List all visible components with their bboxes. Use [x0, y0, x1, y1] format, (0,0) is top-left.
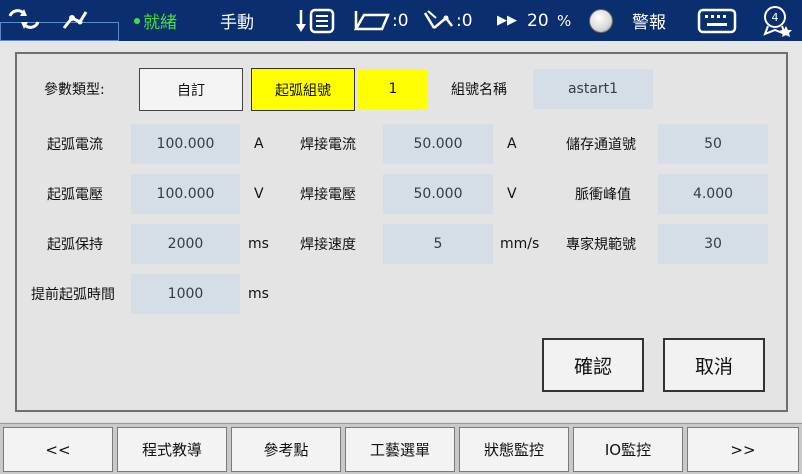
arc-current-unit: A — [254, 136, 264, 152]
group-name-label: 組號名稱 — [451, 82, 507, 98]
weld-voltage-field[interactable]: 50.000 — [383, 174, 493, 214]
expert-spec-field[interactable]: 30 — [658, 224, 768, 264]
ready-status: 就緒 — [134, 0, 177, 41]
alarm-lamp — [589, 8, 613, 33]
weld-voltage-label: 焊接電壓 — [300, 187, 356, 203]
nav-program-teach-button[interactable]: 程式教導 — [117, 427, 227, 472]
arc-hold-unit: ms — [248, 236, 269, 252]
group-name-field[interactable]: astart1 — [533, 69, 653, 109]
speed-unit: % — [557, 11, 572, 30]
arc-current-field[interactable]: 100.000 — [131, 124, 240, 164]
content-area: 參數類型: 自訂 起弧組號 1 組號名稱 astart1 起弧電流 100.00… — [0, 41, 802, 422]
bottom-nav: << 程式教導 參考點 工藝選單 狀態監控 IO監控 >> — [0, 423, 802, 474]
arc-voltage-field[interactable]: 100.000 — [131, 174, 240, 214]
pre-arc-time-field[interactable]: 1000 — [131, 274, 240, 314]
mode-status[interactable]: 手動 — [220, 0, 254, 41]
nav-status-monitor-button[interactable]: 狀態監控 — [459, 427, 569, 472]
arc-hold-label: 起弧保持 — [47, 237, 103, 253]
weld-voltage-unit: V — [507, 186, 517, 202]
expert-spec-label: 專家規範號 — [566, 237, 636, 253]
alarm-indicator-icon — [589, 0, 613, 41]
weld-speed-field[interactable]: 5 — [383, 224, 493, 264]
pre-arc-time-unit: ms — [248, 286, 269, 302]
alarm-label[interactable]: 警報 — [632, 0, 666, 41]
ready-dot-icon — [134, 17, 140, 24]
arc-current-label: 起弧電流 — [47, 137, 103, 153]
tool-frame-icon[interactable] — [354, 0, 390, 41]
pulse-peak-label: 脈衝峰值 — [575, 187, 631, 203]
cancel-button[interactable]: 取消 — [663, 338, 765, 392]
page-badge-number: 4 — [772, 11, 779, 24]
nav-process-menu-button[interactable]: 工藝選單 — [345, 427, 455, 472]
page-badge-icon[interactable]: 4 — [762, 0, 792, 41]
ready-status-text: 就緒 — [143, 13, 177, 33]
param-type-label: 參數類型: — [44, 82, 105, 98]
speed-fast-forward-icon: ▶▶ — [497, 13, 517, 28]
weld-current-label: 焊接電流 — [300, 137, 356, 153]
storage-channel-label: 儲存通道號 — [566, 137, 636, 153]
nav-ref-point-button[interactable]: 參考點 — [231, 427, 341, 472]
nav-next-button[interactable]: >> — [687, 427, 799, 472]
weld-speed-label: 焊接速度 — [300, 237, 356, 253]
robot-arm-icon[interactable] — [60, 0, 90, 41]
weld-current-unit: A — [507, 136, 517, 152]
status-bar: 就緒 手動 :0:0 ▶▶ 20 % 警報 4 — [0, 0, 802, 41]
app-root: 就緒 手動 :0:0 ▶▶ 20 % 警報 4 參數類型: 自訂 起弧組號 1… — [0, 0, 802, 474]
confirm-button[interactable]: 確認 — [542, 338, 644, 392]
group-number-field[interactable]: 1 — [358, 69, 428, 109]
arc-voltage-unit: V — [254, 186, 264, 202]
user-frame-count: :0 — [456, 10, 473, 31]
program-list-icon[interactable] — [296, 0, 340, 41]
tool-frame-count: :0 — [392, 10, 409, 31]
coordinate-switch-icon[interactable] — [6, 0, 42, 41]
user-frame-icon[interactable] — [422, 0, 456, 41]
storage-channel-field[interactable]: 50 — [658, 124, 768, 164]
keyboard-icon[interactable] — [697, 0, 737, 41]
arc-voltage-label: 起弧電壓 — [47, 187, 103, 203]
arc-start-parameter-panel: 參數類型: 自訂 起弧組號 1 組號名稱 astart1 起弧電流 100.00… — [15, 52, 788, 412]
weld-current-field[interactable]: 50.000 — [383, 124, 493, 164]
nav-prev-button[interactable]: << — [3, 427, 113, 472]
nav-io-monitor-button[interactable]: IO監控 — [573, 427, 683, 472]
pre-arc-time-label: 提前起弧時間 — [31, 287, 115, 303]
weld-speed-unit: mm/s — [500, 236, 540, 252]
pulse-peak-field[interactable]: 4.000 — [658, 174, 768, 214]
arc-hold-field[interactable]: 2000 — [131, 224, 240, 264]
speed-value[interactable]: 20 — [527, 0, 549, 41]
type-custom-button[interactable]: 自訂 — [139, 68, 243, 111]
type-arc-group-button[interactable]: 起弧組號 — [251, 68, 355, 111]
